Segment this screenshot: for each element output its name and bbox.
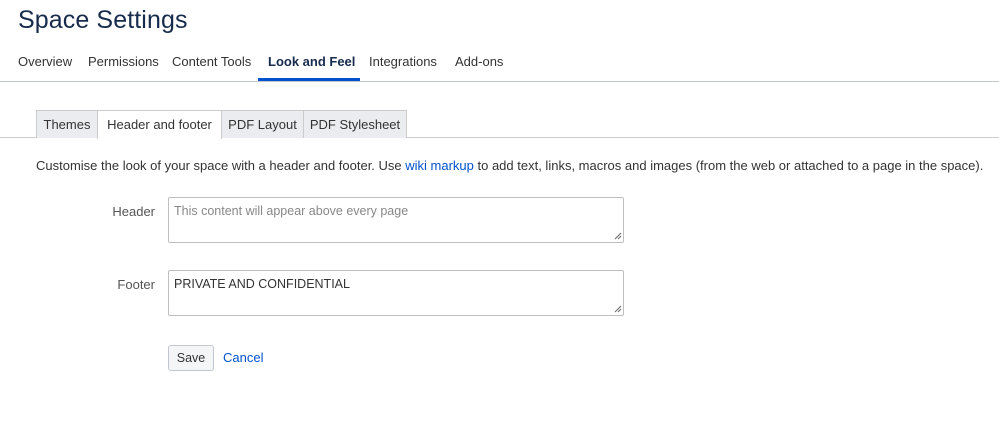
wiki-markup-link[interactable]: wiki markup [405, 158, 474, 173]
nav-permissions[interactable]: Permissions [88, 54, 159, 69]
description-text-end: to add text, links, macros and images (f… [473, 158, 984, 173]
nav-content-tools[interactable]: Content Tools [172, 54, 251, 69]
active-nav-indicator [258, 78, 360, 81]
header-footer-description: Customise the look of your space with a … [36, 158, 983, 173]
nav-add-ons[interactable]: Add-ons [455, 54, 503, 69]
footer-textarea[interactable]: PRIVATE AND CONFIDENTIAL [168, 270, 624, 316]
nav-overview[interactable]: Overview [18, 54, 72, 69]
nav-integrations[interactable]: Integrations [369, 54, 437, 69]
nav-look-and-feel[interactable]: Look and Feel [268, 54, 355, 69]
save-button[interactable]: Save [168, 345, 214, 371]
space-settings-nav: Overview Permissions Content Tools Look … [0, 46, 999, 82]
header-label: Header [112, 204, 155, 219]
description-text-start: Customise the look of your space with a … [36, 158, 406, 173]
footer-label: Footer [117, 277, 155, 292]
header-textarea[interactable] [168, 197, 624, 243]
tab-pdf-stylesheet[interactable]: PDF Stylesheet [303, 110, 407, 138]
tab-header-and-footer[interactable]: Header and footer [97, 110, 222, 139]
page-title: Space Settings [18, 6, 188, 34]
cancel-link[interactable]: Cancel [223, 350, 263, 365]
tab-pdf-layout[interactable]: PDF Layout [221, 110, 304, 138]
look-and-feel-tabs: Themes Header and footer PDF Layout PDF … [0, 110, 999, 139]
tab-themes[interactable]: Themes [36, 110, 98, 138]
